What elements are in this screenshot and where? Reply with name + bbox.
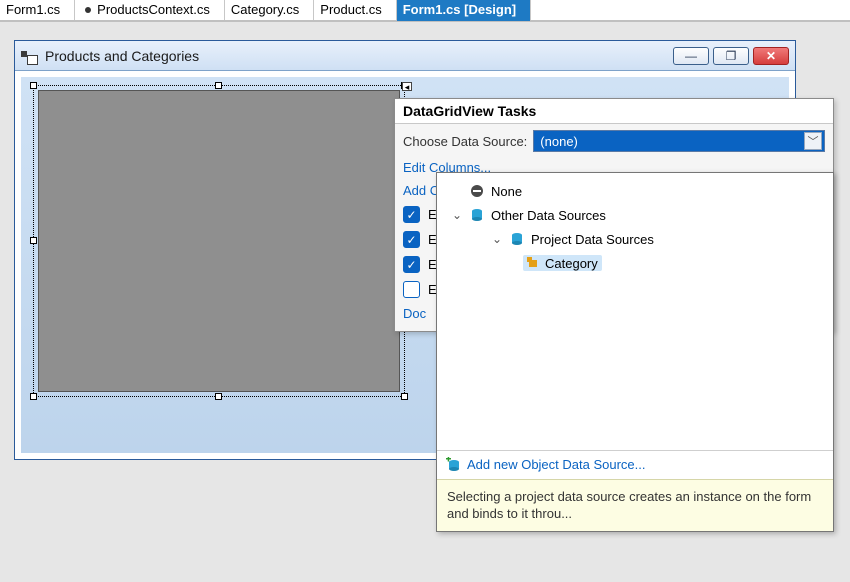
tree-hint: Selecting a project data source creates … [437,479,833,531]
tab-label: Category.cs [231,0,299,21]
window-titlebar[interactable]: Products and Categories — ❐ ✕ [15,41,795,71]
checkbox-checked-icon[interactable]: ✓ [403,231,420,248]
document-tabs: Form1.cs ProductsContext.cs Category.cs … [0,0,850,22]
binding-icon [525,255,541,271]
tree-selected-item: Category [523,255,602,271]
add-datasource-link[interactable]: Add new Object Data Source... [437,450,833,479]
tab-label: Form1.cs [Design] [403,0,516,21]
tab-form1-designer[interactable]: Form1.cs [Design] [397,0,530,21]
dirty-dot-icon [85,7,91,13]
tree-item-none[interactable]: None [447,179,823,203]
tasks-title: DataGridView Tasks [395,99,833,124]
checkbox-checked-icon[interactable]: ✓ [403,206,420,223]
checkbox-unchecked-icon[interactable] [403,281,420,298]
resize-handle[interactable] [215,82,222,89]
resize-handle[interactable] [30,393,37,400]
datagridview[interactable] [38,90,400,392]
resize-handle[interactable] [30,82,37,89]
smarttag-glyph[interactable]: ◂ [402,82,412,91]
tab-label: Product.cs [320,0,381,21]
tree-item-other[interactable]: ⌄ Other Data Sources [447,203,823,227]
resize-handle[interactable] [215,393,222,400]
tree-label: Category [545,256,598,271]
maximize-icon: ❐ [726,49,737,63]
minimize-button[interactable]: — [673,47,709,65]
checkbox-checked-icon[interactable]: ✓ [403,256,420,273]
chevron-down-icon: ﹀ [804,132,822,150]
tab-product[interactable]: Product.cs [314,0,395,21]
window-controls: — ❐ ✕ [673,47,789,65]
close-button[interactable]: ✕ [753,47,789,65]
tree-item-category[interactable]: Category [447,251,823,275]
tree-label: Other Data Sources [491,208,606,223]
close-icon: ✕ [766,49,776,63]
chevron-down-icon[interactable]: ⌄ [491,232,503,246]
datagridview-selection[interactable]: ◂ [33,85,405,397]
window-title: Products and Categories [45,48,665,64]
resize-handle[interactable] [401,393,408,400]
tab-label: ProductsContext.cs [97,0,210,21]
tree-label: None [491,184,522,199]
tab-productscontext[interactable]: ProductsContext.cs [75,0,224,21]
datasource-value: (none) [540,134,578,149]
resize-handle[interactable] [30,237,37,244]
tab-category[interactable]: Category.cs [225,0,313,21]
tree-area: None ⌄ Other Data Sources ⌄ Project Data… [437,173,833,450]
database-icon [509,231,525,247]
choose-label: Choose Data Source: [403,134,527,149]
choose-datasource-row: Choose Data Source: (none) ﹀ [403,130,825,152]
none-icon [469,183,485,199]
minimize-icon: — [685,49,697,63]
tab-label: Form1.cs [6,0,60,21]
tab-form1-code[interactable]: Form1.cs [0,0,74,21]
window-icon [21,48,37,64]
datasource-tree-popup: None ⌄ Other Data Sources ⌄ Project Data… [436,172,834,532]
datasource-dropdown[interactable]: (none) ﹀ [533,130,825,152]
tab-sep [530,0,531,20]
add-database-icon [445,457,461,473]
chevron-down-icon[interactable]: ⌄ [451,208,463,222]
database-icon [469,207,485,223]
maximize-button[interactable]: ❐ [713,47,749,65]
tree-item-project[interactable]: ⌄ Project Data Sources [447,227,823,251]
link-text: Add new Object Data Source... [467,457,645,472]
tree-label: Project Data Sources [531,232,654,247]
